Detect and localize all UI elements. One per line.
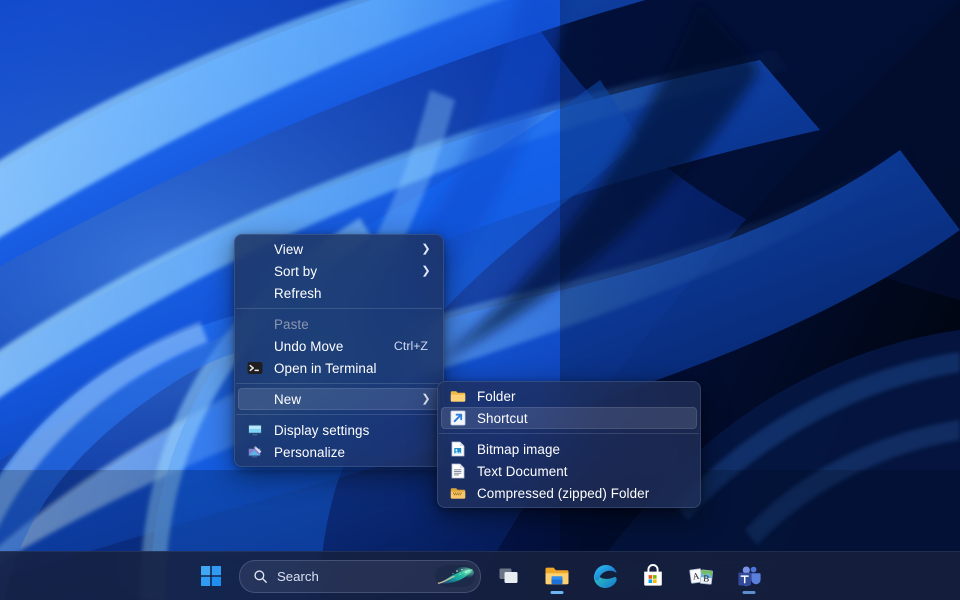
monitor-icon	[242, 422, 268, 438]
submenu-item-compressed-folder[interactable]: Compressed (zipped) Folder	[441, 482, 697, 504]
submenu-item-label: Compressed (zipped) Folder	[477, 485, 650, 501]
terminal-icon	[242, 360, 268, 376]
windows-logo-icon	[201, 566, 221, 586]
taskbar-button-microsoft-edge[interactable]	[585, 556, 625, 596]
taskbar-button-microsoft-store[interactable]	[633, 556, 673, 596]
menu-item-label: New	[274, 391, 302, 407]
menu-item-label: View	[274, 241, 304, 257]
menu-item-label: Display settings	[274, 422, 370, 438]
menu-item-sort-by[interactable]: Sort by ❯	[238, 260, 440, 282]
submenu-item-text-document[interactable]: Text Document	[441, 460, 697, 482]
chevron-right-icon: ❯	[421, 242, 431, 255]
shortcut-icon	[445, 410, 471, 426]
teams-icon	[738, 566, 761, 587]
menu-item-open-in-terminal[interactable]: Open in Terminal	[238, 357, 440, 379]
search-icon	[254, 569, 267, 583]
submenu-item-label: Bitmap image	[477, 441, 561, 457]
task-view-icon	[499, 568, 518, 583]
chevron-right-icon: ❯	[421, 392, 431, 405]
menu-item-refresh[interactable]: Refresh	[238, 282, 440, 304]
desktop-context-menu[interactable]: View ❯ Sort by ❯ Refresh Paste Undo Move…	[234, 234, 444, 467]
taskbar-center-group: Search A B	[0, 552, 960, 600]
folder-icon	[445, 388, 471, 404]
menu-item-label: Personalize	[274, 444, 346, 460]
search-placeholder-text: Search	[277, 568, 319, 584]
copilot-icon[interactable]	[435, 565, 475, 587]
running-indicator	[550, 591, 564, 594]
submenu-item-label: Text Document	[477, 463, 568, 479]
bitmap-image-icon	[445, 441, 471, 457]
taskbar: Search A B	[0, 551, 960, 600]
desktop-screen: View ❯ Sort by ❯ Refresh Paste Undo Move…	[0, 0, 960, 600]
menu-separator	[236, 308, 442, 309]
sort-by-icon-slot	[242, 263, 268, 279]
refresh-icon-slot	[242, 285, 268, 301]
personalize-icon	[242, 444, 268, 460]
chevron-right-icon: ❯	[421, 264, 431, 277]
taskbar-button-translator[interactable]: A B	[681, 556, 721, 596]
menu-separator	[236, 414, 442, 415]
submenu-item-folder[interactable]: Folder	[441, 385, 697, 407]
new-submenu[interactable]: Folder Shortcut Bitmap image Text Docume…	[437, 381, 701, 508]
submenu-item-label: Shortcut	[477, 410, 528, 426]
menu-item-label: Open in Terminal	[274, 360, 377, 376]
svg-text:B: B	[702, 573, 709, 584]
running-indicator	[742, 591, 756, 594]
view-icon-slot	[242, 241, 268, 257]
search-input[interactable]: Search	[239, 559, 481, 593]
menu-item-label: Sort by	[274, 263, 318, 279]
menu-item-undo-move[interactable]: Undo Move Ctrl+Z	[238, 335, 440, 357]
menu-item-label: Paste	[274, 316, 309, 332]
submenu-item-bitmap-image[interactable]: Bitmap image	[441, 438, 697, 460]
menu-item-new[interactable]: New ❯	[238, 388, 440, 410]
taskbar-button-teams[interactable]	[729, 556, 769, 596]
menu-item-paste: Paste	[238, 313, 440, 335]
taskbar-button-task-view[interactable]	[489, 556, 529, 596]
zip-folder-icon	[445, 485, 471, 501]
start-button[interactable]	[191, 556, 231, 596]
edge-icon	[593, 564, 617, 588]
menu-item-personalize[interactable]: Personalize	[238, 441, 440, 463]
undo-icon-slot	[242, 338, 268, 354]
text-document-icon	[445, 463, 471, 479]
submenu-item-label: Folder	[477, 388, 516, 404]
file-explorer-icon	[545, 567, 569, 585]
menu-item-display-settings[interactable]: Display settings	[238, 419, 440, 441]
menu-separator	[236, 383, 442, 384]
menu-item-label: Refresh	[274, 285, 322, 301]
wallpaper-artwork	[0, 0, 960, 600]
desktop-wallpaper[interactable]	[0, 0, 960, 600]
taskbar-button-file-explorer[interactable]	[537, 556, 577, 596]
submenu-item-shortcut[interactable]: Shortcut	[441, 407, 697, 429]
submenu-separator	[439, 433, 699, 434]
translator-icon: A B	[688, 568, 713, 585]
paste-icon-slot	[242, 316, 268, 332]
menu-item-accelerator: Ctrl+Z	[393, 339, 428, 353]
store-icon	[644, 564, 662, 586]
menu-item-label: Undo Move	[274, 338, 344, 354]
menu-item-view[interactable]: View ❯	[238, 238, 440, 260]
new-icon-slot	[242, 391, 268, 407]
